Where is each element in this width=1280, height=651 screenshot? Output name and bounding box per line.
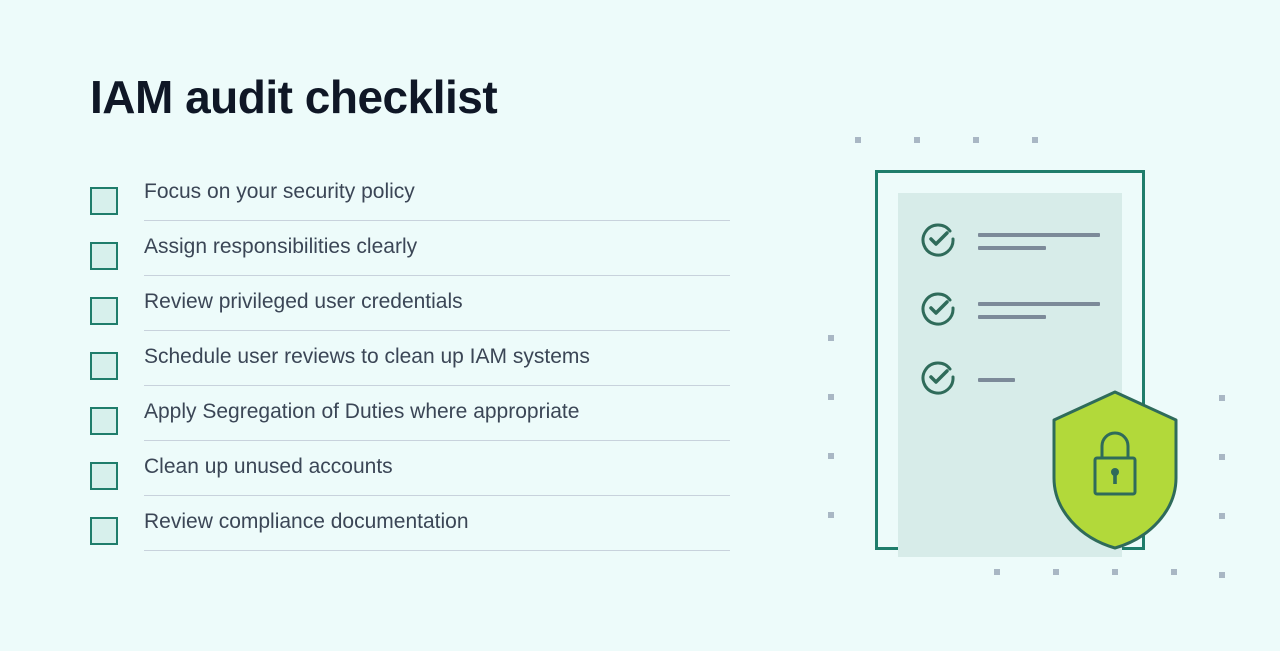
page-container: IAM audit checklist Focus on your securi… [0,0,1280,605]
checkbox-icon[interactable] [90,352,118,380]
shield-lock-icon [1050,390,1180,550]
checklist-item: Assign responsibilities clearly [90,235,730,276]
decorative-dots-icon [1219,395,1225,631]
checklist: Focus on your security policy Assign res… [90,180,730,551]
checklist-item-label: Clean up unused accounts [144,455,393,478]
checklist-item: Review compliance documentation [90,510,730,551]
checklist-panel: IAM audit checklist Focus on your securi… [90,70,730,565]
checkmark-circle-icon [920,359,956,400]
decorative-dots-icon [828,335,834,571]
checklist-item-label-wrap: Focus on your security policy [144,180,730,221]
document-row [898,193,1122,262]
checkmark-circle-icon [920,221,956,262]
checklist-item-label-wrap: Review compliance documentation [144,510,730,551]
checklist-item-label: Assign responsibilities clearly [144,235,417,258]
checklist-item: Schedule user reviews to clean up IAM sy… [90,345,730,386]
checklist-item-label: Review compliance documentation [144,510,469,533]
checklist-item-label: Apply Segregation of Duties where approp… [144,400,579,423]
checklist-item-label-wrap: Clean up unused accounts [144,455,730,496]
decorative-dots-icon [855,130,1038,148]
checklist-item-label: Focus on your security policy [144,180,415,203]
checklist-item: Apply Segregation of Duties where approp… [90,400,730,441]
checklist-item: Focus on your security policy [90,180,730,221]
checklist-item-label-wrap: Review privileged user credentials [144,290,730,331]
checkbox-icon[interactable] [90,187,118,215]
checkbox-icon[interactable] [90,517,118,545]
checklist-item: Review privileged user credentials [90,290,730,331]
checklist-item-label: Schedule user reviews to clean up IAM sy… [144,345,590,368]
checkmark-circle-icon [920,290,956,331]
checklist-item-label-wrap: Schedule user reviews to clean up IAM sy… [144,345,730,386]
checklist-item-label: Review privileged user credentials [144,290,463,313]
checkbox-icon[interactable] [90,462,118,490]
decorative-dots-icon [994,562,1230,580]
page-title: IAM audit checklist [90,70,730,124]
checklist-item-label-wrap: Apply Segregation of Duties where approp… [144,400,730,441]
document-text-lines-icon [978,233,1100,250]
document-row [898,262,1122,331]
checkbox-icon[interactable] [90,297,118,325]
checkbox-icon[interactable] [90,242,118,270]
checklist-item: Clean up unused accounts [90,455,730,496]
document-text-lines-icon [978,302,1100,319]
document-text-lines-icon [978,378,1100,382]
illustration-panel [730,70,1190,565]
checkbox-icon[interactable] [90,407,118,435]
checklist-item-label-wrap: Assign responsibilities clearly [144,235,730,276]
